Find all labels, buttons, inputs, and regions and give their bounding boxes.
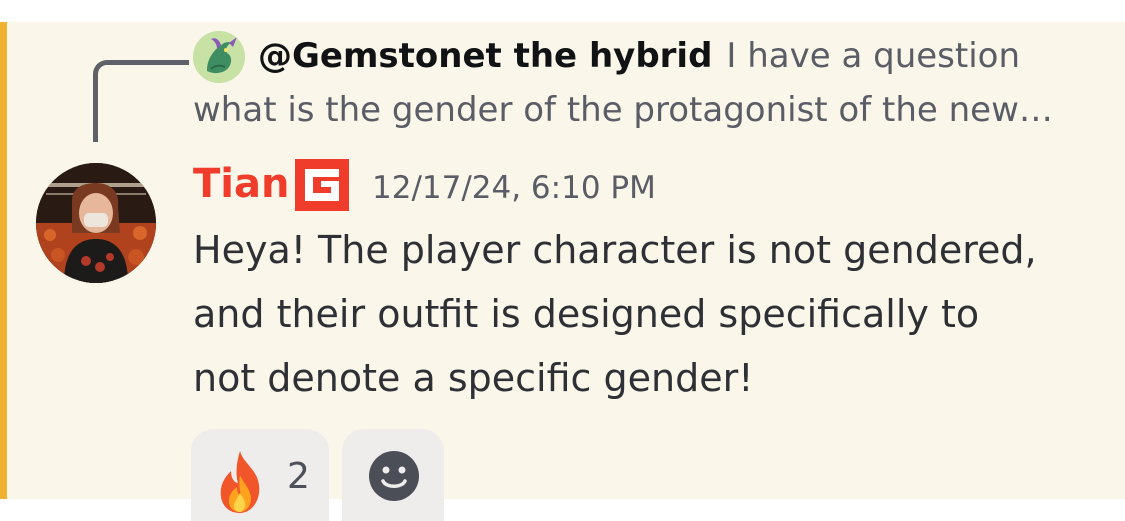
fire-icon xyxy=(220,451,260,513)
message-line: Heya! The player character is not gender… xyxy=(193,228,1037,272)
reply-preview-line2[interactable]: what is the gender of the protagonist of… xyxy=(193,88,1093,132)
reply-author-name[interactable]: @Gemstonet the hybrid xyxy=(258,36,712,76)
reaction-count: 2 xyxy=(287,456,310,497)
user-photo-avatar-icon xyxy=(36,163,156,283)
reaction-fire[interactable]: 2 xyxy=(191,429,329,521)
g-logo-badge-icon xyxy=(295,159,349,211)
reply-avatar[interactable] xyxy=(193,31,245,83)
dragon-avatar-icon xyxy=(193,31,245,83)
smiley-add-reaction-icon xyxy=(369,451,419,501)
reply-preview-line1[interactable]: @Gemstonet the hybrid I have a question xyxy=(258,34,1020,78)
message-body: Heya! The player character is not gender… xyxy=(193,218,1103,410)
message-line: not denote a specific gender! xyxy=(193,356,754,400)
message-timestamp[interactable]: 12/17/24, 6:10 PM xyxy=(372,166,656,210)
message-line: and their outfit is designed specificall… xyxy=(193,292,980,336)
author-name[interactable]: Tian xyxy=(193,158,289,210)
mention-highlight-bar xyxy=(0,22,7,499)
reply-spine-connector xyxy=(93,60,189,142)
author-avatar[interactable] xyxy=(36,163,156,283)
role-badge[interactable] xyxy=(295,159,349,211)
add-reaction-button[interactable] xyxy=(342,429,444,521)
reply-preview-text: I have a question xyxy=(726,36,1021,76)
message-container: @Gemstonet the hybrid I have a question w… xyxy=(0,22,1125,521)
